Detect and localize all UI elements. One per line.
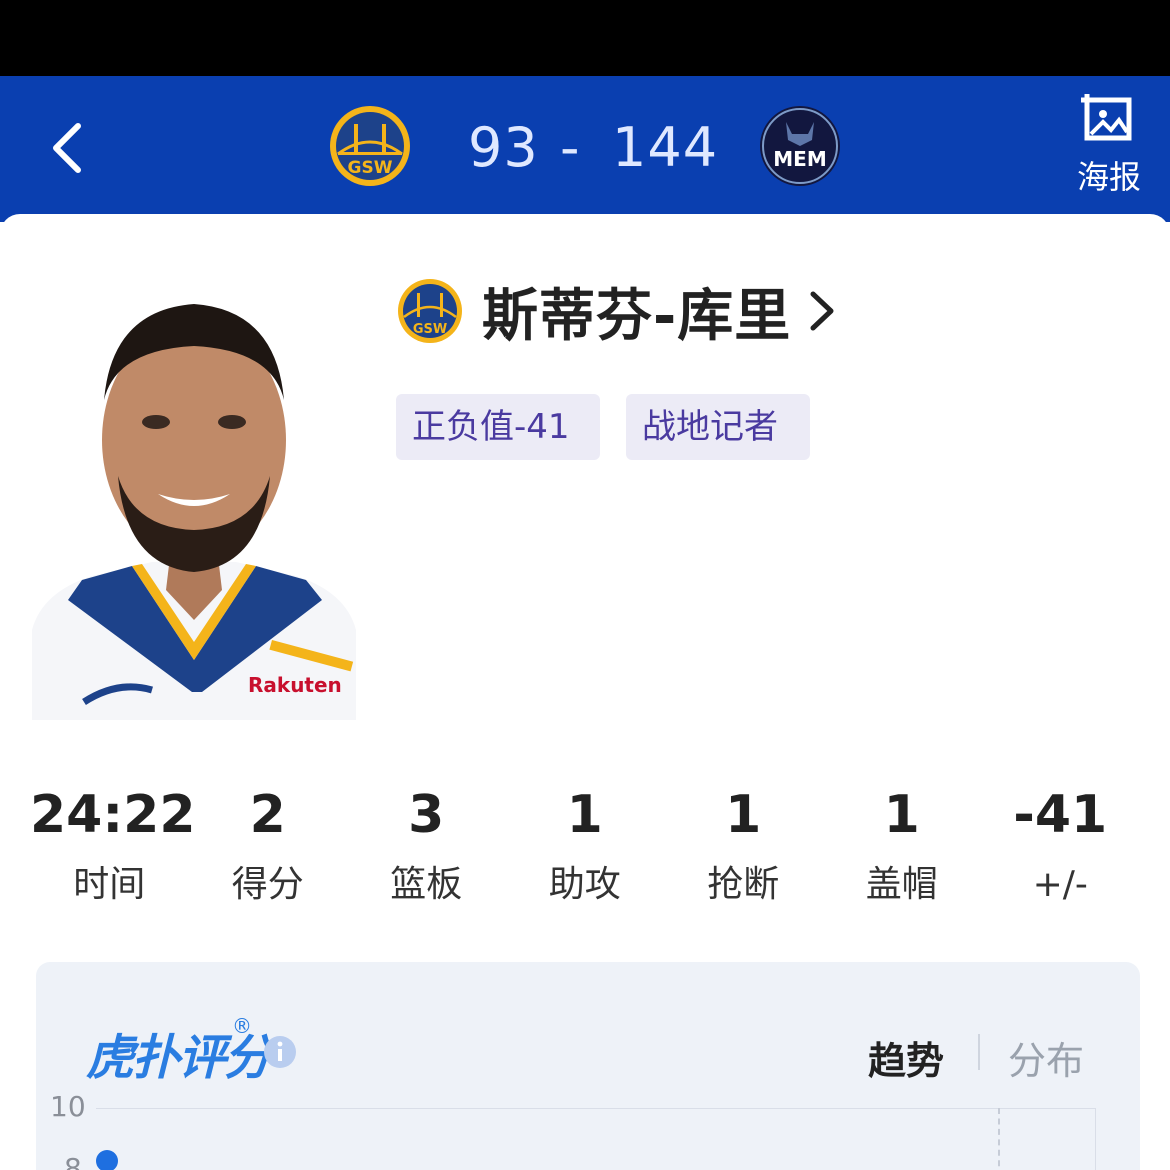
stat-blocks: 1 盖帽 (823, 780, 982, 910)
rating-plot-area (96, 1108, 1096, 1170)
stat-value: 2 (249, 785, 286, 845)
stat-summary: 24:22 时间 2 得分 3 篮板 1 助攻 1 抢断 1 盖帽 -41 +/… (30, 780, 1140, 910)
stat-label: 抢断 (707, 864, 780, 905)
mem-team-logo[interactable]: MEM (758, 104, 842, 188)
mem-logo-text: MEM (773, 147, 826, 171)
status-bar (0, 0, 1170, 76)
stat-value: 1 (725, 785, 762, 845)
gsw-logo-text: GSW (348, 158, 393, 178)
gsw-team-logo[interactable]: GSW (328, 104, 412, 188)
y-tick-8: 8 (64, 1152, 82, 1170)
stat-label: 篮板 (390, 864, 463, 905)
tab-trend[interactable]: 趋势 (868, 1030, 944, 1085)
chevron-left-icon (53, 123, 81, 173)
stat-value: -41 (1013, 785, 1108, 845)
tab-divider (978, 1034, 980, 1070)
stat-plus-minus: -41 +/- (981, 780, 1140, 910)
stat-label: +/- (1032, 864, 1088, 905)
stat-label: 盖帽 (865, 864, 938, 905)
image-icon (1081, 92, 1132, 141)
poster-label: 海报 (1076, 158, 1141, 196)
rating-data-point (96, 1150, 118, 1170)
stat-value: 24:22 (30, 785, 196, 845)
stat-steals: 1 抢断 (664, 780, 823, 910)
player-name-link[interactable]: GSW 斯蒂芬-库里 (396, 276, 839, 349)
current-time-marker (998, 1108, 1000, 1170)
score-separator: - (560, 116, 581, 179)
stat-minutes: 24:22 时间 (30, 780, 196, 910)
player-headshot: Rakuten (32, 304, 356, 720)
player-name: 斯蒂芬-库里 (482, 283, 792, 349)
stat-assists: 1 助攻 (506, 780, 665, 910)
info-icon[interactable] (262, 1034, 298, 1070)
plus-minus-tag: 正负值-41 (396, 394, 600, 460)
stat-value: 1 (566, 785, 603, 845)
poster-button[interactable]: 海报 (1064, 92, 1154, 202)
stat-rebounds: 3 篮板 (347, 780, 506, 910)
rating-card: 虎扑评分 ® 趋势 分布 10 8 (36, 962, 1140, 1170)
svg-text:Rakuten: Rakuten (248, 673, 342, 697)
stat-label: 时间 (73, 864, 146, 905)
registered-mark: ® (232, 1014, 252, 1038)
y-tick-10: 10 (50, 1090, 86, 1123)
reporter-tag: 战地记者 (626, 394, 810, 460)
tab-distribution[interactable]: 分布 (1008, 1030, 1084, 1085)
home-score: 93 (468, 116, 539, 179)
stat-label: 得分 (231, 864, 304, 905)
back-button[interactable] (40, 112, 100, 182)
away-score: 144 (612, 116, 719, 179)
stat-value: 1 (883, 785, 920, 845)
stat-label: 助攻 (548, 864, 621, 905)
chevron-right-icon (810, 291, 834, 331)
badge-team-text: GSW (413, 322, 447, 337)
game-header: GSW 93 - 144 MEM 海报 (0, 76, 1170, 222)
stat-value: 3 (408, 785, 445, 845)
gsw-team-badge: GSW (398, 279, 462, 343)
stat-points: 2 得分 (189, 780, 348, 910)
